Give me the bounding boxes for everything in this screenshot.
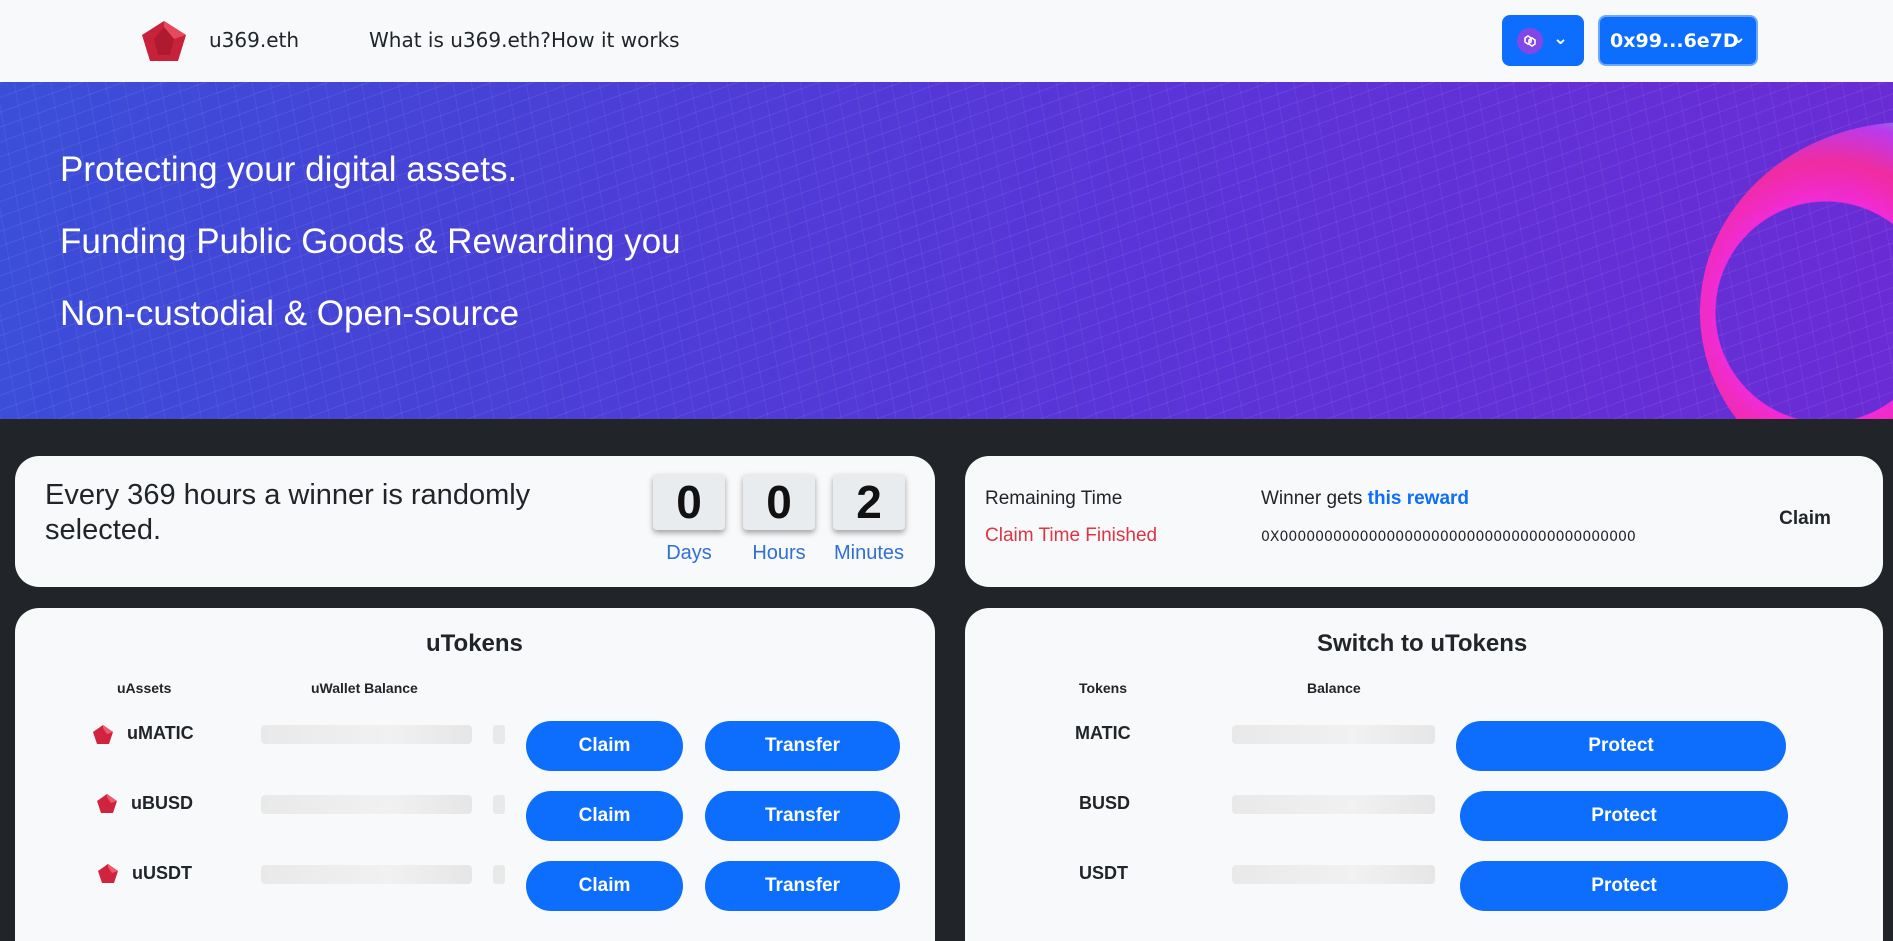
- uusdt-gem-icon: [98, 864, 118, 883]
- switch-to-utokens-card: Switch to uTokens Tokens Balance MATIC P…: [965, 608, 1883, 941]
- remaining-time-label: Remaining Time: [985, 488, 1123, 509]
- col-header-tokens: Tokens: [1079, 680, 1127, 696]
- nav-link-what-is[interactable]: What is u369.eth?: [369, 28, 551, 52]
- token-name: MATIC: [1075, 723, 1131, 743]
- balance-placeholder: [261, 865, 472, 884]
- reward-link[interactable]: this reward: [1368, 488, 1469, 509]
- account-button[interactable]: 0x99...6e7D ⌄: [1598, 15, 1758, 66]
- winner-prefix: Winner gets: [1261, 488, 1363, 509]
- balance-placeholder-small: [493, 795, 505, 814]
- protect-button[interactable]: Protect: [1460, 861, 1788, 911]
- transfer-button[interactable]: Transfer: [705, 861, 900, 911]
- col-header-balance: Balance: [1307, 680, 1361, 696]
- col-header-uassets: uAssets: [117, 680, 172, 696]
- countdown-days-label: Days: [666, 542, 712, 564]
- lottery-card: Every 369 hours a winner is randomly sel…: [15, 456, 935, 587]
- claim-button[interactable]: Claim: [526, 791, 683, 841]
- switch-title: Switch to uTokens: [1317, 630, 1528, 657]
- hero-tagline-3: Non-custodial & Open-source: [60, 294, 520, 333]
- utoken-name: uMATIC: [127, 723, 194, 743]
- balance-placeholder: [1232, 725, 1435, 744]
- claim-button[interactable]: Claim: [526, 861, 683, 911]
- brand-logo-icon[interactable]: [140, 19, 188, 63]
- lottery-description: Every 369 hours a winner is randomly sel…: [45, 479, 531, 546]
- ubusd-gem-icon: [97, 794, 117, 813]
- balance-placeholder-small: [493, 725, 505, 744]
- navbar: u369.eth What is u369.eth? How it works …: [0, 0, 1893, 82]
- token-name: BUSD: [1079, 793, 1131, 813]
- winner-reward-label: Winner gets this reward: [1261, 488, 1469, 510]
- balance-placeholder: [1232, 795, 1435, 814]
- countdown-hours-label: Hours: [752, 542, 806, 564]
- hero-tagline-1: Protecting your digital assets.: [60, 150, 518, 189]
- countdown-days-value: 0: [653, 474, 725, 530]
- polygon-icon: [1517, 28, 1543, 54]
- transfer-button[interactable]: Transfer: [705, 721, 900, 771]
- remaining-time-status: Claim Time Finished: [985, 525, 1158, 546]
- utokens-title: uTokens: [426, 630, 523, 657]
- network-selector-button[interactable]: ⌄: [1502, 15, 1584, 66]
- claim-reward-button[interactable]: Claim: [1760, 499, 1850, 539]
- utoken-name: uBUSD: [131, 793, 193, 813]
- account-address: 0x99...6e7D: [1610, 30, 1739, 52]
- transfer-button[interactable]: Transfer: [705, 791, 900, 841]
- winner-card: Remaining Time Claim Time Finished Winne…: [965, 456, 1883, 587]
- hero-banner: Protecting your digital assets. Funding …: [0, 82, 1893, 419]
- countdown-hours-value: 0: [743, 474, 815, 530]
- utokens-card: uTokens uAssets uWallet Balance uMATIC C…: [15, 608, 935, 941]
- countdown-minutes-value: 2: [833, 474, 905, 530]
- winner-address: 0X00000000000000000000000000000000000000…: [1261, 529, 1636, 545]
- protect-button[interactable]: Protect: [1460, 791, 1788, 841]
- brand-name[interactable]: u369.eth: [209, 28, 299, 52]
- protect-button[interactable]: Protect: [1456, 721, 1786, 771]
- hero-tagline-2: Funding Public Goods & Rewarding you: [60, 222, 681, 261]
- balance-placeholder: [261, 795, 472, 814]
- chevron-down-icon: ⌄: [1731, 27, 1747, 48]
- claim-button[interactable]: Claim: [526, 721, 683, 771]
- countdown-minutes-label: Minutes: [833, 542, 905, 564]
- balance-placeholder: [1232, 865, 1435, 884]
- col-header-uwallet-balance: uWallet Balance: [311, 680, 418, 696]
- utoken-name: uUSDT: [132, 863, 192, 883]
- token-name: USDT: [1079, 863, 1128, 883]
- nav-link-how-it-works[interactable]: How it works: [551, 28, 680, 52]
- balance-placeholder-small: [493, 865, 505, 884]
- balance-placeholder: [261, 725, 472, 744]
- chevron-down-icon: ⌄: [1553, 28, 1569, 49]
- umatic-gem-icon: [93, 725, 113, 744]
